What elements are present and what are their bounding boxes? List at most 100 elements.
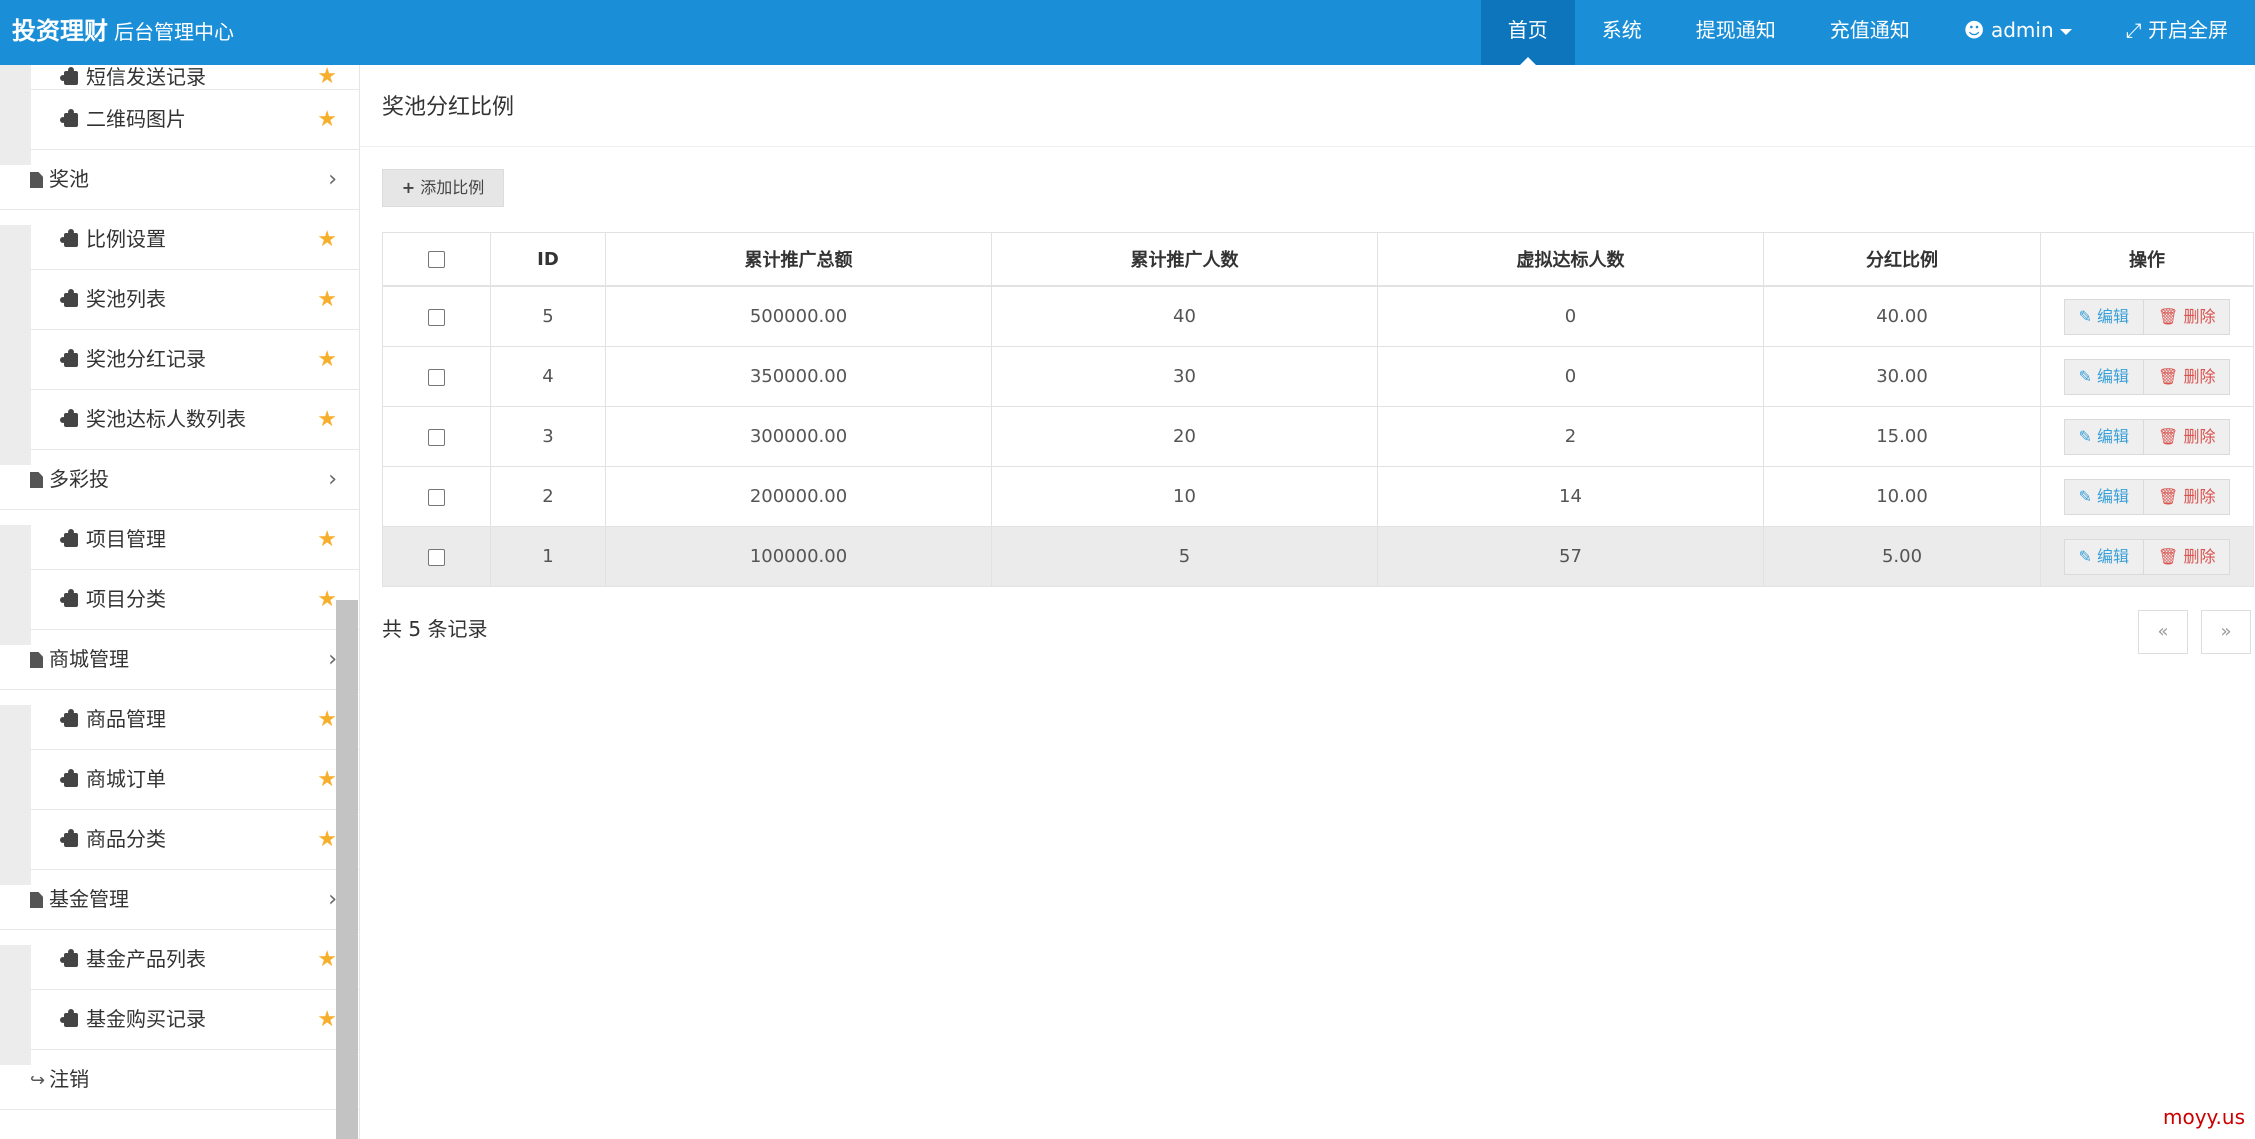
- sidebar-rail: [0, 225, 31, 465]
- delete-button[interactable]: 🗑 删除: [2144, 538, 2231, 575]
- ratio-table: ID 累计推广总额 累计推广人数 虚拟达标人数 分红比例 操作 5 500000…: [382, 232, 2254, 587]
- cell-actions: ✎ 编辑 🗑 删除: [2040, 526, 2254, 587]
- top-bar: 投资理财 后台管理中心 首页 系统 提现通知 充值通知 ☻ admin ⤢ 开启全…: [0, 0, 2255, 65]
- file-icon: [30, 892, 43, 908]
- sidebar-item-label: 比例设置: [86, 227, 166, 251]
- sidebar-item-qualified-list[interactable]: 奖池达标人数列表 ★: [31, 390, 359, 450]
- sidebar-item-label: 商城管理: [49, 647, 129, 671]
- star-icon: ★: [317, 65, 337, 89]
- delete-button[interactable]: 🗑 删除: [2144, 478, 2231, 515]
- table-row: 4 350000.00 30 0 30.00 ✎ 编辑 🗑 删除: [382, 346, 2254, 407]
- cell-total: 350000.00: [605, 346, 992, 407]
- sidebar-group-jackpot[interactable]: 奖池 ›: [0, 150, 359, 210]
- cell-virtual: 0: [1377, 346, 1764, 407]
- record-count: 共 5 条记录: [382, 617, 488, 641]
- cell-actions: ✎ 编辑 🗑 删除: [2040, 406, 2254, 467]
- nav-system-label: 系统: [1601, 18, 1642, 42]
- sidebar-group-duocai[interactable]: 多彩投 ›: [0, 450, 359, 510]
- cell-people: 5: [991, 526, 1378, 587]
- main-content: 奖池分红比例 + 添加比例 ID 累计推广总额 累计推广人数 虚拟达标人数 分红…: [360, 65, 2255, 1139]
- sidebar-item-label: 奖池达标人数列表: [86, 407, 246, 431]
- puzzle-icon: [60, 67, 78, 85]
- row-checkbox[interactable]: [428, 548, 445, 566]
- sidebar-item-label: 奖池: [49, 167, 89, 191]
- nav-withdraw-label: 提现通知: [1695, 18, 1776, 42]
- nav-user-menu[interactable]: ☻ admin: [1937, 0, 2099, 65]
- add-ratio-label: 添加比例: [420, 178, 485, 197]
- column-header: 累计推广人数: [991, 232, 1378, 287]
- row-checkbox[interactable]: [428, 308, 445, 326]
- trash-icon: 🗑: [2158, 306, 2179, 326]
- sidebar-item-project-management[interactable]: 项目管理 ★: [31, 510, 359, 570]
- puzzle-icon: [60, 709, 78, 727]
- cell-ratio: 15.00: [1763, 406, 2041, 467]
- brand: 投资理财 后台管理中心: [12, 0, 234, 65]
- edit-icon: ✎: [2078, 426, 2092, 446]
- sidebar-item-label: 奖池列表: [86, 287, 166, 311]
- sidebar-item-goods-category[interactable]: 商品分类 ★: [31, 810, 359, 870]
- puzzle-icon: [60, 229, 78, 247]
- nav-recharge-notice[interactable]: 充值通知: [1803, 0, 1937, 65]
- sidebar-item-qrcode[interactable]: 二维码图片 ★: [31, 90, 359, 150]
- cell-people: 40: [991, 285, 1378, 347]
- sidebar-item-label: 奖池分红记录: [86, 347, 206, 371]
- edit-label: 编辑: [2097, 306, 2130, 326]
- sidebar-group-mall[interactable]: 商城管理 ›: [0, 630, 359, 690]
- nav-home[interactable]: 首页: [1480, 0, 1575, 65]
- cell-total: 300000.00: [605, 406, 992, 467]
- sidebar-item-jackpot-list[interactable]: 奖池列表 ★: [31, 270, 359, 330]
- delete-button[interactable]: 🗑 删除: [2144, 298, 2231, 335]
- add-ratio-button[interactable]: + 添加比例: [382, 169, 504, 207]
- sidebar-item-label: 多彩投: [49, 467, 109, 491]
- select-all-checkbox[interactable]: [428, 251, 445, 268]
- edit-button[interactable]: ✎ 编辑: [2063, 538, 2145, 575]
- edit-icon: ✎: [2078, 486, 2092, 506]
- row-checkbox[interactable]: [428, 428, 445, 446]
- edit-button[interactable]: ✎ 编辑: [2063, 358, 2145, 395]
- select-all-cell: [382, 232, 491, 287]
- pager-next-button[interactable]: »: [2201, 610, 2251, 654]
- delete-button[interactable]: 🗑 删除: [2144, 358, 2231, 395]
- pager-prev-button[interactable]: «: [2138, 610, 2188, 654]
- sidebar-rail: [0, 705, 31, 885]
- sidebar-item-sms-log[interactable]: 短信发送记录 ★: [31, 65, 359, 90]
- cell-virtual: 14: [1377, 466, 1764, 527]
- star-icon: ★: [317, 287, 337, 312]
- sidebar-item-logout[interactable]: ↪ 注销: [0, 1050, 359, 1110]
- column-header: 分红比例: [1763, 232, 2041, 287]
- fullscreen-icon: ⤢: [2125, 18, 2142, 42]
- sidebar-item-fund-purchases[interactable]: 基金购买记录 ★: [31, 990, 359, 1050]
- edit-icon: ✎: [2078, 366, 2092, 386]
- cell-id: 3: [490, 406, 606, 467]
- sidebar-item-goods-management[interactable]: 商品管理 ★: [31, 690, 359, 750]
- sidebar-item-fund-products[interactable]: 基金产品列表 ★: [31, 930, 359, 990]
- edit-button[interactable]: ✎ 编辑: [2063, 478, 2145, 515]
- edit-button[interactable]: ✎ 编辑: [2063, 298, 2145, 335]
- sidebar-item-ratio-settings[interactable]: 比例设置 ★: [31, 210, 359, 270]
- nav-withdraw-notice[interactable]: 提现通知: [1669, 0, 1803, 65]
- puzzle-icon: [60, 109, 78, 127]
- sidebar-item-jackpot-dividend-log[interactable]: 奖池分红记录 ★: [31, 330, 359, 390]
- sidebar-item-project-category[interactable]: 项目分类 ★: [31, 570, 359, 630]
- row-checkbox[interactable]: [428, 488, 445, 506]
- cell-total: 100000.00: [605, 526, 992, 587]
- nav-fullscreen[interactable]: ⤢ 开启全屏: [2099, 0, 2255, 65]
- cell-people: 20: [991, 406, 1378, 467]
- sidebar-item-label: 项目分类: [86, 587, 166, 611]
- sidebar-item-mall-orders[interactable]: 商城订单 ★: [31, 750, 359, 810]
- delete-label: 删除: [2183, 306, 2216, 326]
- sidebar-item-label: 商城订单: [86, 767, 166, 791]
- nav-system[interactable]: 系统: [1575, 0, 1669, 65]
- edit-button[interactable]: ✎ 编辑: [2063, 418, 2145, 455]
- delete-label: 删除: [2183, 426, 2216, 446]
- nav-home-label: 首页: [1507, 18, 1548, 42]
- sidebar-scrollbar[interactable]: [336, 600, 358, 1139]
- trash-icon: 🗑: [2158, 546, 2179, 566]
- delete-button[interactable]: 🗑 删除: [2144, 418, 2231, 455]
- puzzle-icon: [60, 589, 78, 607]
- watermark: moyy.us: [2163, 1105, 2245, 1129]
- puzzle-icon: [60, 769, 78, 787]
- sidebar-item-label: 基金购买记录: [86, 1007, 206, 1031]
- row-checkbox[interactable]: [428, 368, 445, 386]
- sidebar-group-fund[interactable]: 基金管理 ›: [0, 870, 359, 930]
